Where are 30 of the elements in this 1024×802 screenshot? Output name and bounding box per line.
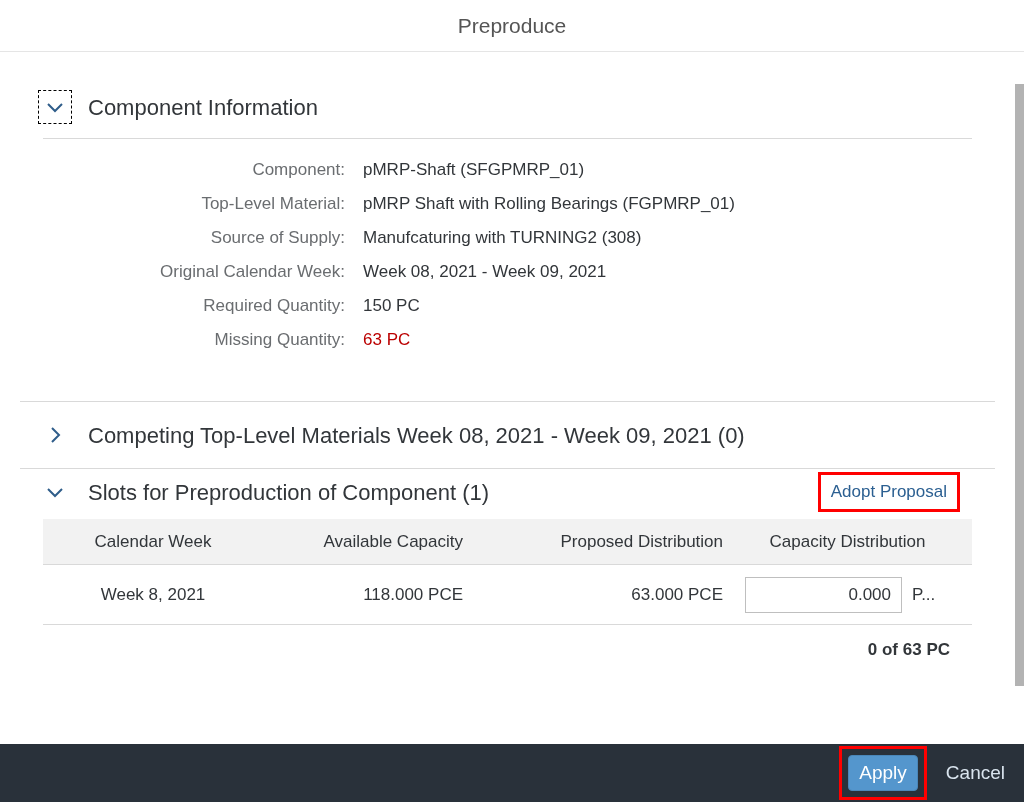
- field-label: Top-Level Material:: [200, 193, 345, 215]
- quantity-input[interactable]: 0.000: [745, 576, 902, 613]
- table-cell-text: 63.000 PCE: [630, 583, 723, 606]
- field-label: Required Quantity:: [202, 295, 345, 317]
- field-value: Manufcaturing with TURNING2 (308): [363, 227, 643, 249]
- scrollbar[interactable]: [1015, 84, 1024, 686]
- chevron-down-icon[interactable]: [38, 90, 72, 124]
- field-label: Missing Quantity:: [213, 329, 345, 351]
- column-header: Calendar Week: [93, 530, 213, 553]
- section-title: Slots for Preproduction of Component (1): [88, 478, 491, 507]
- unit-text: P...: [912, 583, 936, 606]
- field-label: Original Calendar Week:: [159, 261, 345, 283]
- field-value: Week 08, 2021 - Week 09, 2021: [363, 261, 608, 283]
- section-title: Competing Top-Level Materials Week 08, 2021 - Week 09, 2021 (0): [88, 421, 746, 450]
- adopt-proposal-link[interactable]: Adopt Proposal: [820, 475, 957, 509]
- field-value: pMRP Shaft with Rolling Bearings (FGPMRP_01): [363, 193, 736, 215]
- field-label: Component:: [251, 159, 345, 181]
- cancel-button[interactable]: Cancel: [935, 755, 1015, 791]
- field-value: 150 PC: [363, 295, 421, 317]
- dialog-title: Preproduce: [457, 12, 567, 39]
- total-text: 0 of 63 PC: [867, 639, 950, 661]
- column-header: Capacity Distribution: [768, 530, 927, 553]
- table-cell-text: Week 8, 2021: [99, 583, 207, 606]
- table-cell-text: 118.000 PCE: [362, 583, 463, 606]
- field-label: Source of Supply:: [209, 227, 345, 249]
- column-header: Available Capacity: [322, 530, 463, 553]
- section-title: Component Information: [88, 93, 319, 122]
- field-value: pMRP-Shaft (SFGPMRP_01): [363, 159, 586, 181]
- column-header: Proposed Distribution: [559, 530, 723, 553]
- field-value: 63 PC: [363, 329, 412, 351]
